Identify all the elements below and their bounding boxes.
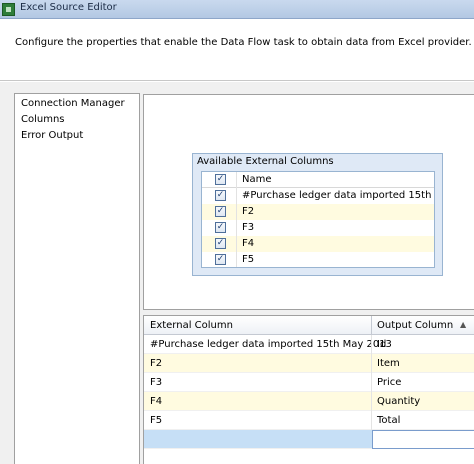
output-column-editor[interactable]	[372, 430, 474, 449]
list-item[interactable]: ✓ F3	[202, 220, 434, 236]
column-divider	[236, 220, 237, 236]
column-name: F5	[242, 254, 255, 265]
cell-divider	[371, 411, 372, 430]
available-external-columns: Available External Columns ✓ Name ✓ #Pur…	[192, 153, 443, 276]
external-column-cell: F3	[150, 377, 163, 388]
output-column-header[interactable]: Output Column	[377, 320, 453, 331]
column-divider	[236, 236, 237, 252]
cell-divider	[371, 335, 372, 354]
excel-source-icon	[2, 3, 15, 16]
cell-divider	[371, 373, 372, 392]
column-divider	[236, 172, 237, 188]
nav-item-error-output[interactable]: Error Output	[21, 128, 83, 144]
name-header: Name	[242, 174, 272, 185]
available-columns-header: ✓ Name	[202, 172, 434, 188]
table-row[interactable]: F5 Total	[144, 411, 474, 430]
available-columns-title: Available External Columns	[197, 156, 334, 167]
title-bar: Excel Source Editor	[0, 0, 474, 19]
column-name: #Purchase ledger data imported 15th May …	[242, 190, 434, 201]
table-row[interactable]: F4 Quantity	[144, 392, 474, 411]
column-name: F2	[242, 206, 255, 217]
column-divider	[236, 188, 237, 204]
external-column-cell: F2	[150, 358, 163, 369]
cell-divider	[371, 354, 372, 373]
external-column-cell: #Purchase ledger data imported 15th May …	[150, 339, 392, 350]
column-checkbox[interactable]: ✓	[215, 222, 226, 233]
grid-header: External Column Output Column ▲	[144, 316, 474, 335]
column-checkbox[interactable]: ✓	[215, 190, 226, 201]
table-row[interactable]: F3 Price	[144, 373, 474, 392]
output-column-cell[interactable]: Quantity	[377, 396, 420, 407]
external-column-cell: F5	[150, 415, 163, 426]
list-item[interactable]: ✓ F5	[202, 252, 434, 267]
nav-item-columns[interactable]: Columns	[21, 112, 65, 128]
column-divider	[236, 252, 237, 267]
output-column-cell[interactable]: Total	[377, 415, 400, 426]
new-row[interactable]	[144, 430, 474, 449]
column-checkbox[interactable]: ✓	[215, 206, 226, 217]
column-checkbox[interactable]: ✓	[215, 254, 226, 265]
nav-item-connection-manager[interactable]: Connection Manager	[21, 96, 125, 112]
external-column-header[interactable]: External Column	[150, 320, 233, 331]
list-item[interactable]: ✓ F2	[202, 204, 434, 220]
column-name: F4	[242, 238, 255, 249]
editor-description: Configure the properties that enable the…	[15, 37, 472, 48]
external-column-cell: F4	[150, 396, 163, 407]
column-name: F3	[242, 222, 255, 233]
page-nav-list: Connection Manager Columns Error Output	[14, 93, 140, 464]
table-row[interactable]: #Purchase ledger data imported 15th May …	[144, 335, 474, 354]
select-all-checkbox[interactable]: ✓	[215, 174, 226, 185]
list-item[interactable]: ✓ F4	[202, 236, 434, 252]
output-column-cell[interactable]: Item	[377, 358, 400, 369]
column-checkbox[interactable]: ✓	[215, 238, 226, 249]
list-item[interactable]: ✓ #Purchase ledger data imported 15th Ma…	[202, 188, 434, 204]
window-title: Excel Source Editor	[20, 2, 117, 13]
column-divider	[236, 204, 237, 220]
available-columns-list: ✓ Name ✓ #Purchase ledger data imported …	[201, 171, 435, 268]
header-divider[interactable]	[371, 316, 372, 335]
output-column-cell[interactable]: Id	[377, 339, 386, 350]
output-column-cell[interactable]: Price	[377, 377, 401, 388]
table-row[interactable]: F2 Item	[144, 354, 474, 373]
sort-up-icon: ▲	[460, 320, 467, 329]
cell-divider	[371, 392, 372, 411]
column-mapping-grid: External Column Output Column ▲ #Purchas…	[143, 315, 474, 464]
header-area: Configure the properties that enable the…	[0, 19, 474, 81]
